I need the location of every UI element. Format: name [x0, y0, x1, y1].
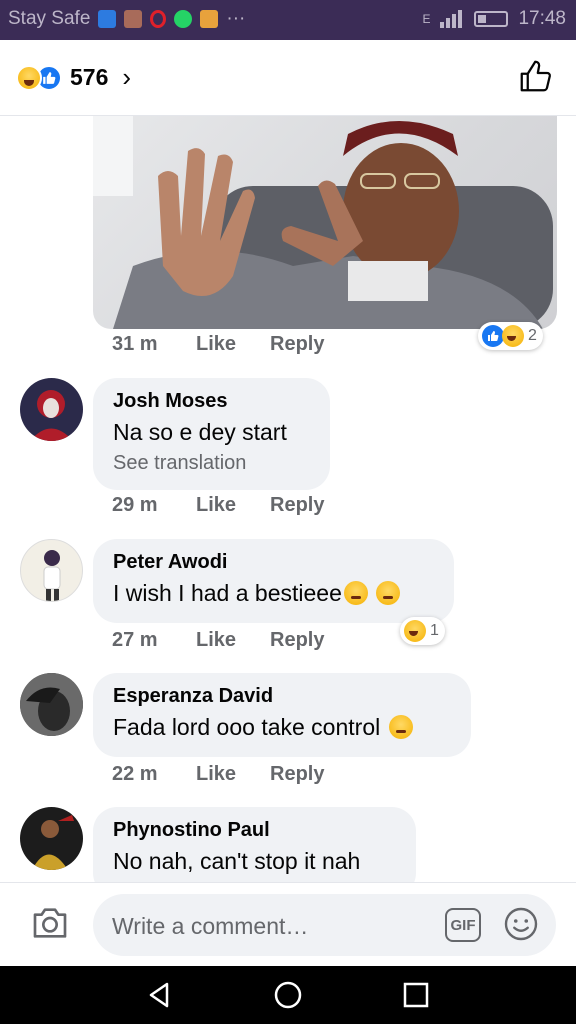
gif-icon[interactable]: GIF — [445, 908, 481, 942]
reply-button[interactable]: Reply — [270, 629, 324, 652]
comment-input[interactable]: Write a comment… GIF — [93, 894, 556, 956]
comments-sheet: 576 › 31 m Like Reply 2 Josh Moses Na so… — [0, 40, 576, 966]
comment-bubble: Josh Moses Na so e dey start See transla… — [93, 378, 330, 490]
like-button[interactable]: Like — [196, 333, 270, 356]
status-bar: Stay Safe ··· E 17:48 — [0, 0, 576, 40]
avatar[interactable] — [20, 539, 83, 602]
navigation-bar — [0, 966, 576, 1024]
comment-actions: 22 m Like Reply — [112, 763, 324, 786]
home-icon[interactable] — [273, 980, 303, 1010]
comment-text: No nah, can't stop it nah — [113, 848, 361, 874]
thumbs-up-icon[interactable] — [518, 58, 554, 94]
comment-time: 22 m — [112, 763, 158, 785]
comment-placeholder: Write a comment… — [112, 913, 309, 939]
avatar[interactable] — [20, 673, 83, 736]
flex-app-icon — [98, 10, 117, 28]
comment-text: I wish I had a bestieee — [113, 580, 434, 607]
like-button[interactable]: Like — [196, 494, 270, 517]
reaction-count: 2 — [528, 327, 537, 344]
comment-reactions[interactable]: 2 — [478, 322, 543, 350]
reactions-header: 576 › — [0, 40, 576, 116]
like-button[interactable]: Like — [196, 629, 270, 652]
laugh-emoji — [502, 325, 524, 347]
comment-time: 27 m — [112, 629, 158, 651]
comment-actions: 29 m Like Reply — [112, 494, 324, 517]
laugh-emoji — [404, 620, 426, 642]
laugh-emoji — [16, 64, 42, 91]
commenter-name[interactable]: Esperanza David — [113, 685, 451, 708]
comment-actions: 31 m Like Reply — [112, 333, 324, 356]
reply-button[interactable]: Reply — [270, 333, 324, 356]
comment-photo[interactable] — [93, 116, 557, 329]
weary-emoji — [388, 715, 413, 739]
reaction-count: 576 — [70, 64, 109, 90]
comment-time: 29 m — [112, 494, 158, 516]
signal-type: E — [422, 12, 431, 26]
battery-icon — [474, 11, 509, 27]
photo-illustration — [93, 116, 553, 329]
clock: 17:48 — [518, 8, 566, 29]
smiley-icon[interactable] — [503, 906, 539, 942]
see-translation-link[interactable]: See translation — [113, 452, 310, 475]
commenter-name[interactable]: Phynostino Paul — [113, 819, 396, 842]
notification-avatar-icon — [124, 10, 143, 28]
notification-app-icon — [200, 10, 219, 28]
reaction-count: 1 — [430, 622, 439, 639]
avatar[interactable] — [20, 378, 83, 441]
sad-sweat-emoji — [343, 581, 368, 605]
carrier-label: Stay Safe — [8, 8, 91, 29]
comment-composer: Write a comment… GIF — [0, 882, 576, 966]
chevron-right-icon[interactable]: › — [122, 62, 131, 93]
sad-sweat-emoji — [376, 581, 401, 605]
like-emoji — [482, 325, 504, 347]
back-icon[interactable] — [145, 980, 175, 1010]
commenter-name[interactable]: Josh Moses — [113, 390, 310, 413]
comment-bubble: Peter Awodi I wish I had a bestieee — [93, 539, 454, 623]
overflow-indicator: ··· — [226, 8, 246, 29]
comment-text: Fada lord ooo take control — [113, 714, 451, 741]
reactions-summary[interactable]: 576 › — [16, 62, 131, 93]
comment-time: 31 m — [112, 333, 158, 355]
reply-button[interactable]: Reply — [270, 763, 324, 786]
camera-icon[interactable] — [30, 903, 70, 943]
comment-bubble: Esperanza David Fada lord ooo take contr… — [93, 673, 471, 757]
reply-button[interactable]: Reply — [270, 494, 324, 517]
comment-reactions[interactable]: 1 — [400, 617, 445, 645]
comment-text: Na so e dey start — [113, 419, 287, 445]
comment-actions: 27 m Like Reply — [112, 629, 324, 652]
opera-icon — [150, 10, 167, 28]
signal-icon — [440, 10, 463, 28]
commenter-name[interactable]: Peter Awodi — [113, 551, 434, 574]
avatar[interactable] — [20, 807, 83, 870]
whatsapp-icon — [174, 10, 193, 28]
like-button[interactable]: Like — [196, 763, 270, 786]
recents-icon[interactable] — [401, 980, 431, 1010]
